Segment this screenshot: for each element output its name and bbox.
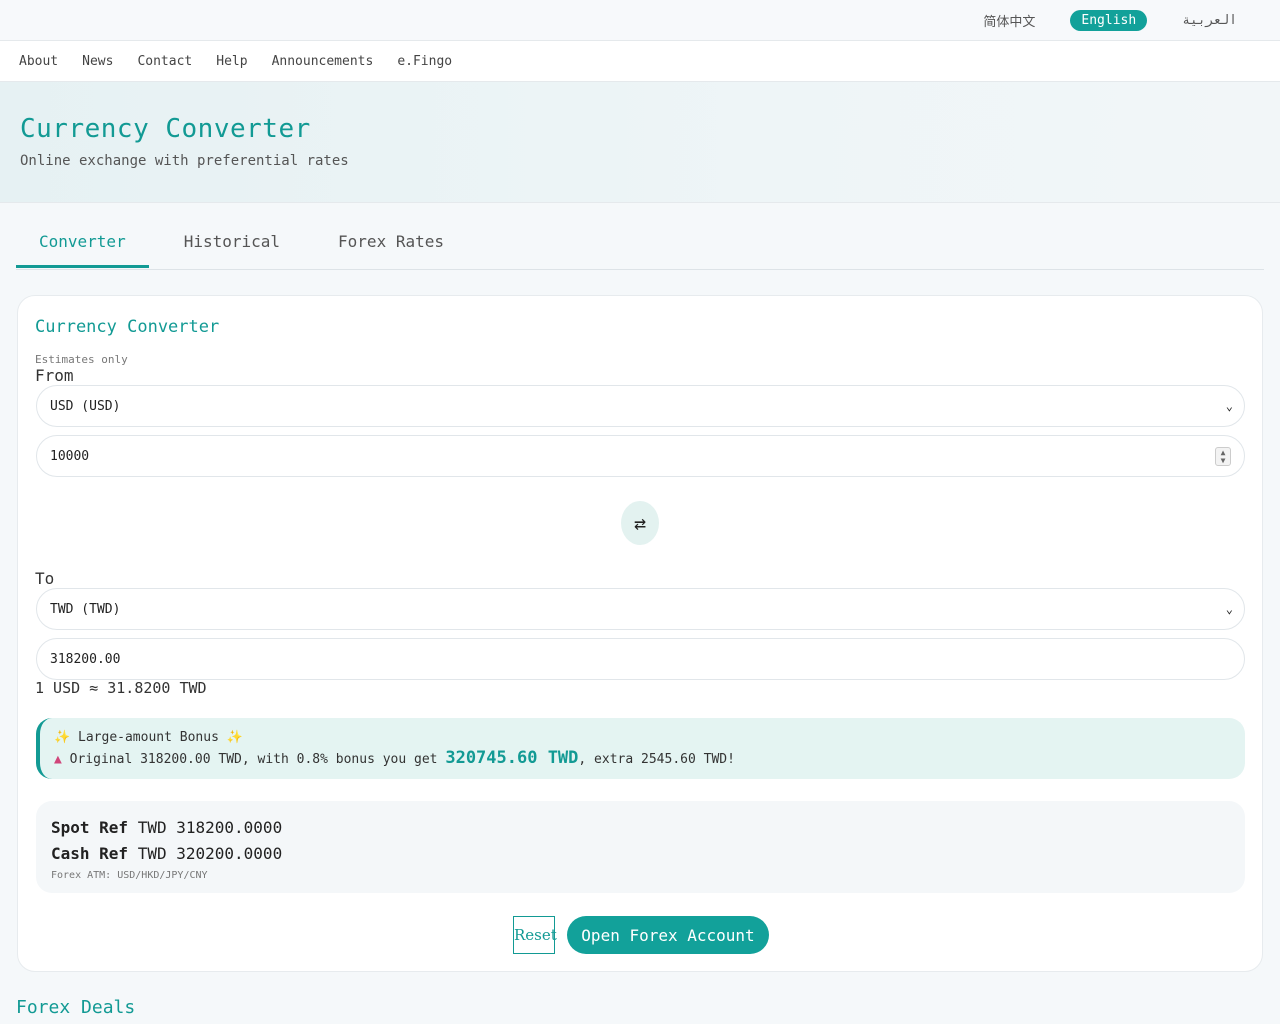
from-currency-value: USD (USD): [50, 398, 121, 414]
bonus-text-after: , extra 2545.60 TWD!: [578, 752, 735, 767]
spot-ref-row: Spot Ref TWD 318200.0000: [51, 815, 1245, 841]
card-title: Currency Converter: [35, 317, 220, 337]
from-amount-value: 10000: [50, 448, 90, 464]
bonus-banner: ✨ Large-amount Bonus ✨ ▲ Original 318200…: [36, 718, 1245, 779]
open-account-button[interactable]: Open Forex Account: [567, 916, 769, 954]
lang-zh[interactable]: 简体中文: [972, 8, 1046, 33]
cash-ref-row: Cash Ref TWD 320200.0000: [51, 841, 1245, 867]
to-amount-output[interactable]: 318200.00: [36, 638, 1245, 680]
to-currency-select[interactable]: TWD (TWD) ⌄: [36, 588, 1245, 630]
page-title: Currency Converter: [20, 114, 311, 144]
swap-button[interactable]: ⇄: [621, 501, 659, 545]
swap-icon: ⇄: [633, 511, 647, 535]
nav-efingo[interactable]: e.Fingo: [397, 54, 452, 69]
to-label: To: [35, 569, 55, 588]
spot-ref-label: Spot Ref: [51, 818, 129, 837]
sparkle-icon: ✨: [54, 730, 71, 745]
tab-historical[interactable]: Historical: [161, 224, 303, 268]
chevron-down-icon: ⌄: [1225, 399, 1233, 413]
spot-ref-value: TWD 318200.0000: [137, 818, 283, 837]
atm-note: Forex ATM: USD/HKD/JPY/CNY: [51, 870, 208, 881]
reference-rates: Spot Ref TWD 318200.0000 Cash Ref TWD 32…: [36, 801, 1245, 893]
bonus-highlight: 320745.60 TWD: [445, 748, 579, 768]
nav-help[interactable]: Help: [216, 54, 247, 69]
page-subtitle: Online exchange with preferential rates: [20, 153, 349, 169]
exchange-rate-text: 1 USD ≈ 31.8200 TWD: [35, 679, 207, 697]
converter-card: Currency Converter Estimates only From U…: [17, 295, 1263, 972]
bonus-title: Large-amount Bonus: [78, 730, 219, 745]
from-label: From: [35, 366, 74, 385]
tab-converter[interactable]: Converter: [16, 224, 149, 268]
sparkle-icon: ✨: [226, 730, 243, 745]
bonus-text-before: Original 318200.00 TWD, with 0.8% bonus …: [69, 752, 438, 767]
chevron-down-icon: ⌄: [1225, 602, 1233, 616]
estimate-note: Estimates only: [35, 353, 128, 366]
nav-announcements[interactable]: Announcements: [272, 54, 374, 69]
party-icon: ▲: [54, 752, 62, 767]
from-currency-select[interactable]: USD (USD) ⌄: [36, 385, 1245, 427]
from-amount-input[interactable]: 10000 ▲ ▼: [36, 435, 1245, 477]
main-nav: About News Contact Help Announcements e.…: [0, 41, 1280, 82]
hero-banner: Currency Converter Online exchange with …: [0, 82, 1280, 203]
tab-bar: Converter Historical Forex Rates: [16, 224, 1264, 270]
nav-contact[interactable]: Contact: [137, 54, 192, 69]
cash-ref-value: TWD 320200.0000: [137, 844, 283, 863]
tab-forex-rates[interactable]: Forex Rates: [315, 224, 467, 268]
to-amount-value: 318200.00: [50, 651, 121, 667]
cash-ref-label: Cash Ref: [51, 844, 129, 863]
language-bar: 简体中文 English العربية: [0, 0, 1280, 41]
lang-en[interactable]: English: [1070, 9, 1148, 31]
reset-button[interactable]: Reset: [513, 916, 557, 954]
to-currency-value: TWD (TWD): [50, 601, 121, 617]
nav-news[interactable]: News: [82, 54, 113, 69]
forex-deals-heading: Forex Deals: [16, 997, 136, 1018]
lang-ar[interactable]: العربية: [1171, 10, 1248, 31]
stepper-icon[interactable]: ▲ ▼: [1215, 447, 1231, 466]
nav-about[interactable]: About: [19, 54, 58, 69]
